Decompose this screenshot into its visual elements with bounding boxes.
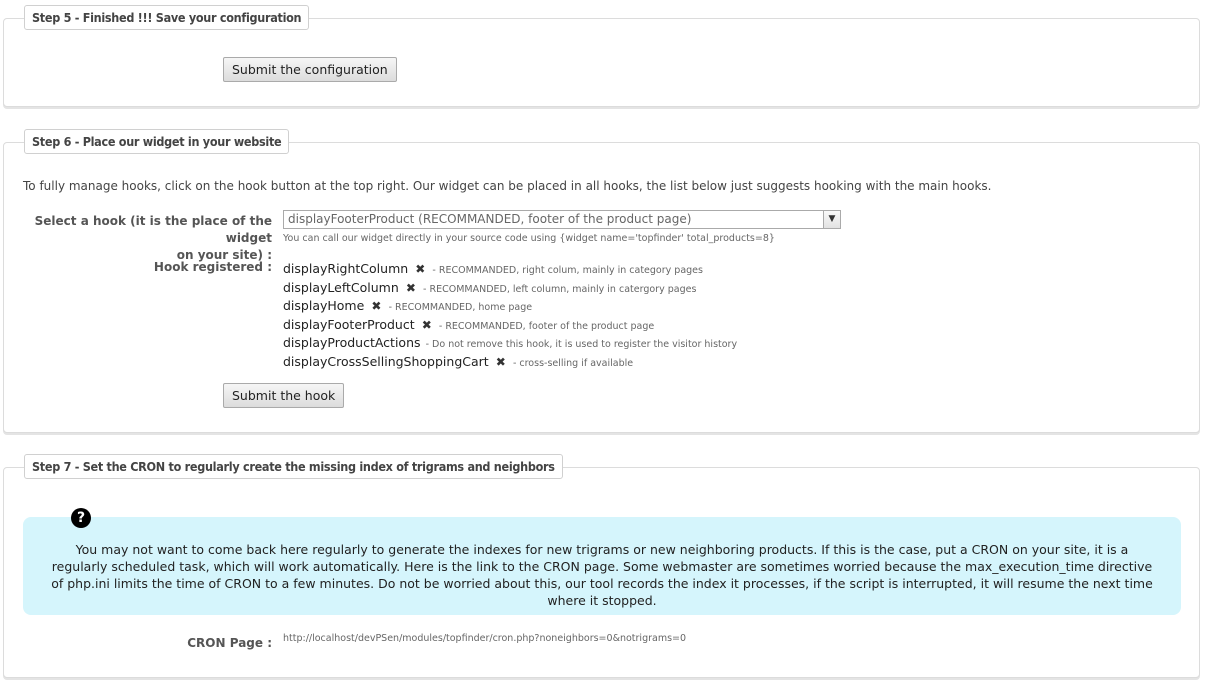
- hook-item: displayLeftColumn ✖ - RECOMMANDED, left …: [283, 277, 737, 296]
- hook-item: displayHome ✖ - RECOMMANDED, home page: [283, 295, 737, 314]
- hook-name: displayLeftColumn: [283, 279, 399, 295]
- submit-configuration-button[interactable]: Submit the configuration: [223, 57, 397, 82]
- hook-description: - RECOMMANDED, footer of the product pag…: [438, 320, 655, 332]
- hook-name: displayFooterProduct: [283, 316, 415, 332]
- hook-list: displayRightColumn ✖ - RECOMMANDED, righ…: [283, 258, 737, 369]
- cron-page-url[interactable]: http://localhost/devPSen/modules/topfind…: [283, 633, 686, 644]
- hooks-registered-label: Hook registered :: [153, 260, 272, 274]
- step6-intro-text: To fully manage hooks, click on the hook…: [23, 179, 992, 193]
- hook-description: - RECOMMANDED, home page: [388, 302, 533, 313]
- step6-title: Step 6 - Place our widget in your websit…: [24, 129, 290, 154]
- select-hook-label-line1: Select a hook (it is the place of the wi…: [34, 214, 272, 245]
- hook-description: - cross-selling if available: [512, 357, 634, 369]
- remove-hook-icon[interactable]: ✖: [422, 318, 432, 332]
- remove-hook-icon[interactable]: ✖: [371, 299, 381, 313]
- step5-title: Step 5 - Finished !!! Save your configur…: [24, 5, 310, 30]
- step6-panel: Step 6 - Place our widget in your websit…: [2, 129, 1200, 433]
- widget-code-hint: You can call our widget directly in your…: [283, 233, 775, 244]
- hook-name: displayProductActions: [283, 335, 421, 350]
- hook-item: displayCrossSellingShoppingCart ✖ - cros…: [283, 351, 737, 370]
- hook-name: displayCrossSellingShoppingCart: [283, 353, 489, 369]
- hook-select[interactable]: displayFooterProduct (RECOMMANDED, foote…: [283, 210, 841, 229]
- hook-select-value: displayFooterProduct (RECOMMANDED, foote…: [288, 212, 692, 226]
- hook-name: displayRightColumn: [283, 261, 409, 276]
- cron-info-box: ? You may not want to come back here reg…: [23, 508, 1181, 615]
- remove-hook-icon[interactable]: ✖: [406, 281, 416, 295]
- hook-description: - RECOMMANDED, right colum, mainly in ca…: [432, 265, 703, 276]
- chevron-down-icon[interactable]: ▼: [823, 211, 840, 228]
- cron-info-text: You may not want to come back here regul…: [51, 542, 1153, 608]
- remove-hook-icon[interactable]: ✖: [496, 355, 506, 369]
- step7-title: Step 7 - Set the CRON to regularly creat…: [24, 454, 563, 479]
- hook-item: displayFooterProduct ✖ - RECOMMANDED, fo…: [283, 314, 737, 333]
- step5-panel: Step 5 - Finished !!! Save your configur…: [3, 5, 1200, 107]
- hook-description: - RECOMMANDED, left column, mainly in ca…: [423, 283, 697, 295]
- step7-panel: Step 7 - Set the CRON to regularly creat…: [3, 454, 1200, 678]
- remove-hook-icon[interactable]: ✖: [415, 262, 425, 276]
- select-hook-label: Select a hook (it is the place of the wi…: [2, 213, 272, 264]
- hook-name: displayHome: [283, 298, 365, 313]
- help-icon: ?: [71, 508, 91, 528]
- hook-description: - Do not remove this hook, it is used to…: [425, 339, 738, 350]
- submit-hook-button[interactable]: Submit the hook: [223, 383, 345, 408]
- cron-page-label: CRON Page :: [187, 636, 272, 650]
- hook-item: displayProductActions - Do not remove th…: [283, 332, 737, 351]
- hook-item: displayRightColumn ✖ - RECOMMANDED, righ…: [283, 258, 737, 277]
